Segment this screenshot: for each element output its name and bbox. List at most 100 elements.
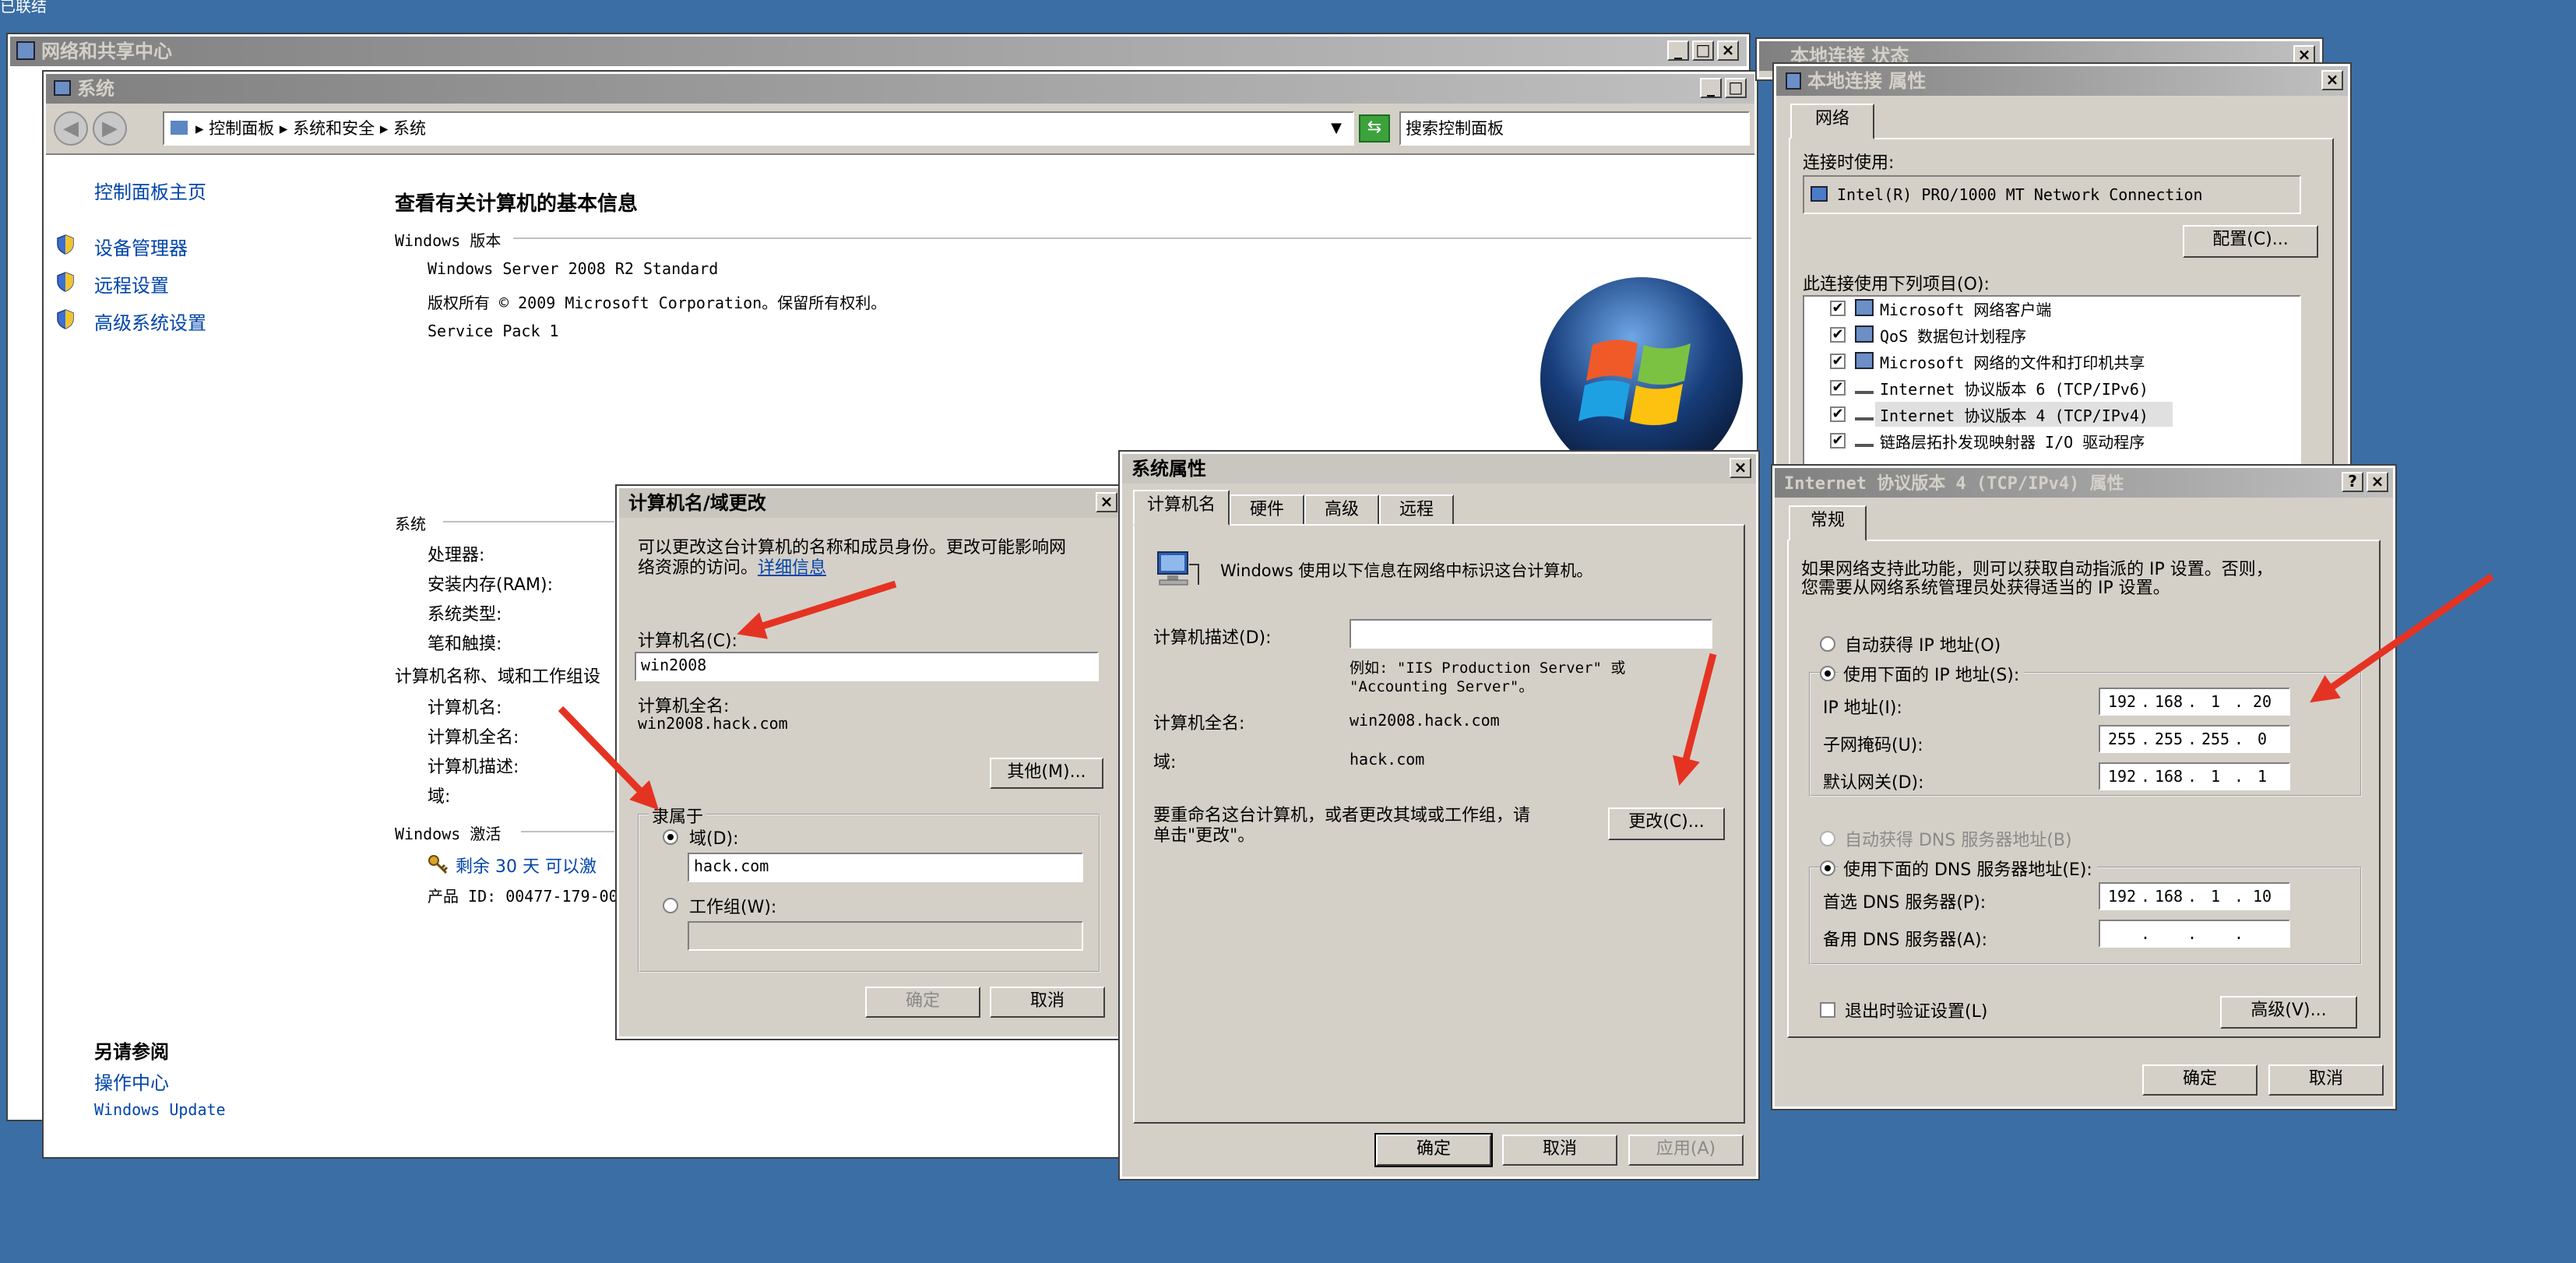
computer-name-label: 计算机名(C):	[638, 632, 737, 651]
adapter-name: Intel(R) PRO/1000 MT Network Connection	[1837, 185, 2203, 204]
mask-octet-3: 255	[2201, 730, 2230, 748]
system-properties-titlebar[interactable]: 系统属性	[1122, 454, 1756, 484]
network-center-titlebar[interactable]: 网络和共享中心	[10, 37, 1747, 66]
activation-section-label: Windows 激活	[395, 825, 501, 843]
item-checkbox[interactable]: ✔	[1830, 327, 1846, 343]
ip-address-input[interactable]: 192. 168. 1. 20	[2099, 688, 2290, 716]
list-item-selected[interactable]: Internet 协议版本 4 (TCP/IPv4)	[1880, 403, 2148, 426]
close-button[interactable]: ×	[2293, 45, 2315, 65]
tab-network[interactable]: 网络	[1790, 104, 1874, 139]
tab-remote[interactable]: 远程	[1379, 494, 1454, 526]
close-button[interactable]: ×	[1096, 492, 1117, 512]
gateway-input[interactable]: 192. 168. 1. 1	[2099, 762, 2290, 790]
ip-dot: .	[2187, 730, 2198, 748]
rename-dialog-titlebar[interactable]: 计算机名/域更改	[619, 488, 1122, 518]
ip-octet-1: 192	[2107, 692, 2137, 711]
cancel-button[interactable]: 取消	[2268, 1064, 2384, 1096]
breadcrumb-separator-icon: ▸	[195, 119, 209, 138]
connect-using-label: 连接时使用:	[1803, 153, 1895, 173]
apply-button[interactable]: 应用(A)	[1628, 1135, 1744, 1166]
manual-ip-radio[interactable]	[1820, 666, 1835, 681]
breadcrumb-system[interactable]: 系统	[393, 119, 426, 138]
domain-input[interactable]: hack.com	[688, 853, 1083, 882]
see-also-windows-update-link[interactable]: Windows Update	[94, 1100, 226, 1119]
tab-computer-name[interactable]: 计算机名	[1133, 490, 1230, 526]
workgroup-radio[interactable]	[663, 898, 678, 913]
tab-hardware[interactable]: 硬件	[1230, 494, 1304, 526]
ip-octet-4: 20	[2252, 692, 2272, 711]
close-button[interactable]: ×	[1730, 458, 1751, 478]
close-button[interactable]: ×	[2321, 70, 2343, 90]
ok-button[interactable]: 确定	[865, 987, 980, 1018]
validate-checkbox[interactable]	[1820, 1002, 1835, 1018]
tab-general[interactable]: 常规	[1789, 505, 1867, 541]
minimize-button[interactable]: _	[1700, 78, 1722, 98]
item-checkbox[interactable]: ✔	[1830, 433, 1846, 449]
tab-advanced[interactable]: 高级	[1304, 494, 1379, 526]
ok-button[interactable]: 确定	[1374, 1133, 1493, 1167]
domain-radio[interactable]	[663, 829, 678, 845]
item-checkbox[interactable]: ✔	[1830, 354, 1846, 369]
list-item[interactable]: QoS 数据包计划程序	[1880, 324, 2026, 347]
local-properties-titlebar[interactable]: 本地连接 属性	[1776, 66, 2348, 96]
sidebar-item-remote-settings[interactable]: 远程设置	[94, 270, 169, 297]
preferred-dns-input[interactable]: 192. 168. 1. 10	[2099, 882, 2290, 910]
subnet-mask-label: 子网掩码(U):	[1823, 736, 1923, 755]
subnet-mask-input[interactable]: 255. 255. 255. 0	[2099, 725, 2290, 753]
minimize-button[interactable]: _	[1667, 40, 1689, 61]
item-checkbox[interactable]: ✔	[1830, 406, 1846, 422]
address-dropdown-icon[interactable]: ▼	[1331, 113, 1342, 144]
details-link[interactable]: 详细信息	[758, 558, 826, 578]
auto-ip-label: 自动获得 IP 地址(O)	[1845, 636, 2001, 656]
close-button[interactable]: ×	[1717, 40, 1739, 61]
shield-icon	[57, 234, 74, 255]
close-button[interactable]: ×	[2367, 472, 2388, 492]
breadcrumb-security[interactable]: 系统和安全	[293, 119, 375, 138]
address-bar[interactable]: ▸ 控制面板 ▸ 系统和安全 ▸ 系统 ▼	[163, 111, 1354, 146]
refresh-icon[interactable]: ⇆	[1359, 114, 1390, 142]
back-button[interactable]: ◀	[54, 111, 88, 146]
auto-ip-radio[interactable]	[1820, 636, 1835, 652]
maximize-button[interactable]: □	[1725, 78, 1747, 98]
breadcrumb-control-panel[interactable]: 控制面板	[209, 119, 274, 138]
item-checkbox[interactable]: ✔	[1830, 380, 1846, 396]
change-button[interactable]: 更改(C)...	[1608, 807, 1725, 840]
ipv4-titlebar[interactable]: Internet 协议版本 4 (TCP/IPv4) 属性	[1775, 468, 2393, 498]
sidebar-home-link[interactable]: 控制面板主页	[94, 177, 206, 204]
configure-button[interactable]: 配置(C)...	[2183, 225, 2318, 258]
search-input[interactable]: 搜索控制面板	[1399, 111, 1750, 146]
cancel-button[interactable]: 取消	[1502, 1135, 1617, 1166]
description-input[interactable]	[1350, 619, 1712, 649]
computer-name-input[interactable]: win2008	[635, 652, 1099, 681]
forward-button[interactable]: ▶	[93, 111, 127, 146]
computer-network-icon	[1155, 549, 1202, 589]
list-item[interactable]: 链路层拓扑发现映射器 I/O 驱动程序	[1880, 430, 2145, 452]
see-also-heading: 另请参阅	[94, 1041, 169, 1063]
gateway-label: 默认网关(D):	[1823, 773, 1924, 793]
ip-dot: .	[2141, 730, 2151, 748]
cancel-button[interactable]: 取消	[990, 987, 1105, 1018]
auto-dns-radio[interactable]	[1820, 831, 1835, 846]
alternate-dns-input[interactable]: . . .	[2099, 920, 2290, 948]
advanced-button[interactable]: 高级(V)...	[2220, 996, 2357, 1029]
activation-link[interactable]: 剩余 30 天 可以激	[456, 853, 596, 878]
rename-dialog-title: 计算机名/域更改	[628, 492, 766, 514]
ip-dot: .	[2234, 887, 2244, 906]
system-titlebar[interactable]: 系统	[46, 74, 1754, 104]
sidebar-item-advanced-settings[interactable]: 高级系统设置	[94, 308, 206, 335]
list-item[interactable]: Internet 协议版本 6 (TCP/IPv6)	[1880, 377, 2148, 399]
sidebar-item-device-manager[interactable]: 设备管理器	[94, 233, 188, 260]
manual-dns-radio[interactable]	[1820, 860, 1835, 876]
maximize-button[interactable]: □	[1692, 40, 1714, 61]
workgroup-input[interactable]	[688, 921, 1083, 951]
list-item[interactable]: Microsoft 网络的文件和打印机共享	[1880, 350, 2145, 373]
see-also-action-center-link[interactable]: 操作中心	[94, 1068, 169, 1095]
list-item[interactable]: Microsoft 网络客户端	[1880, 297, 2051, 320]
ip-dot: .	[2234, 692, 2244, 711]
more-button[interactable]: 其他(M)...	[990, 758, 1103, 789]
help-button[interactable]: ?	[2342, 472, 2363, 492]
ipv4-title: Internet 协议版本 4 (TCP/IPv4) 属性	[1784, 474, 2124, 494]
item-checkbox[interactable]: ✔	[1830, 301, 1846, 316]
file-share-icon	[1855, 352, 1874, 369]
ok-button[interactable]: 确定	[2142, 1064, 2258, 1096]
